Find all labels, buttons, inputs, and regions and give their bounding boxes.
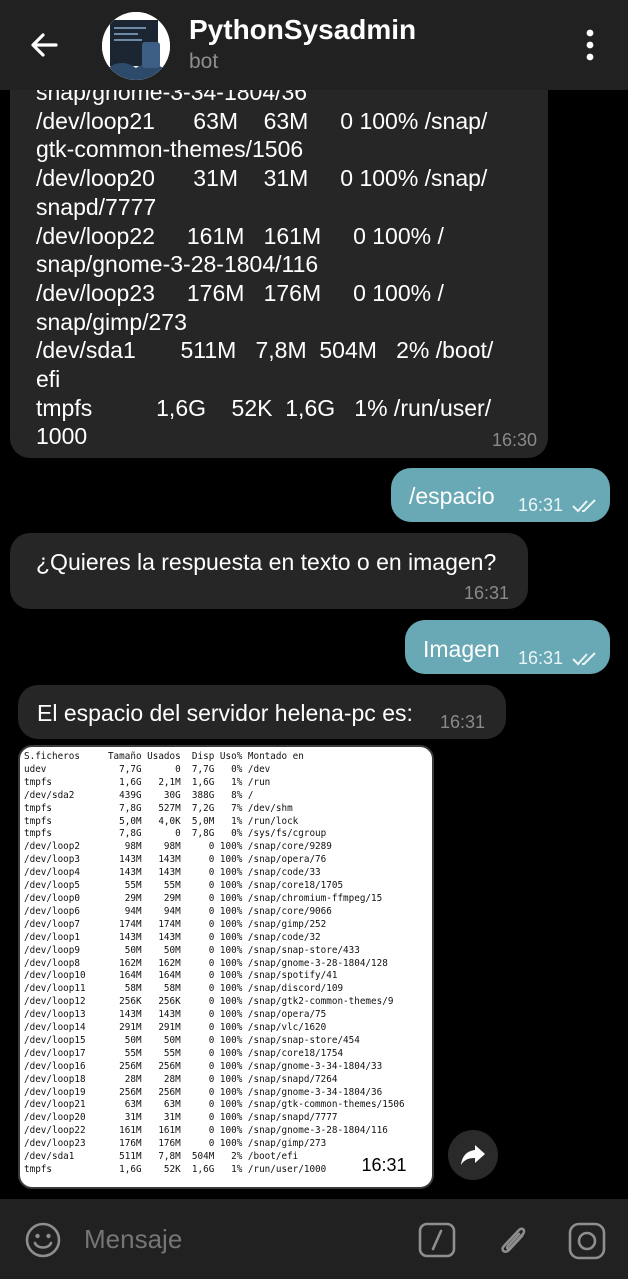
image-time: 16:31 <box>348 1152 420 1178</box>
message-df-output[interactable]: snap/gnome-3-34-1804/36/dev/loop21 63M 6… <box>10 40 548 458</box>
camera-icon[interactable] <box>568 1222 606 1260</box>
message-time: 16:31 <box>440 712 486 732</box>
message-time: 16:30 <box>492 430 538 450</box>
df-line: tmpfs 1,6G 52K 1,6G 1% /run/user/ <box>36 394 492 421</box>
df-image-row: /dev/loop7 174M 174M 0 100% /snap/gimp/2… <box>24 918 327 930</box>
df-image-text: S.ficheros Tamaño Usados Disp Uso% Monta… <box>24 751 405 1177</box>
bot-command-icon[interactable] <box>418 1222 456 1258</box>
share-icon <box>461 1145 485 1165</box>
avatar-image <box>102 12 170 80</box>
double-check-icon <box>572 652 596 666</box>
df-image-row: /dev/loop0 29M 29M 0 100% /snap/chromium… <box>24 892 383 904</box>
df-image-row: /dev/loop16 256M 256M 0 100% /snap/gnome… <box>24 1060 383 1072</box>
df-image-row: /dev/loop4 143M 143M 0 100% /snap/code/3… <box>24 867 321 879</box>
chat-subtitle: bot <box>189 50 219 73</box>
df-image-row: tmpfs 5,0M 4,0K 5,0M 1% /run/lock <box>24 815 299 827</box>
df-image-row: /dev/loop13 143M 143M 0 100% /snap/opera… <box>24 1009 327 1021</box>
df-image-row: udev 7,7G 0 7,7G 0% /dev <box>24 763 271 775</box>
df-image-row: /dev/loop18 28M 28M 0 100% /snap/snapd/7… <box>24 1073 338 1085</box>
df-image-row: /dev/loop21 63M 63M 0 100% /snap/gtk-com… <box>24 1099 405 1111</box>
df-image-row: /dev/loop8 162M 162M 0 100% /snap/gnome-… <box>24 957 388 969</box>
message-time: 16:31 <box>464 583 510 603</box>
df-line: efi <box>36 366 61 393</box>
df-image-row: /dev/loop11 58M 58M 0 100% /snap/discord… <box>24 983 344 995</box>
message-input[interactable] <box>84 1224 384 1255</box>
df-line: snapd/7777 <box>36 193 157 220</box>
message-text: El espacio del servidor helena-pc es: <box>37 700 413 726</box>
df-image-row: /dev/loop10 164M 164M 0 100% /snap/spoti… <box>24 970 338 982</box>
chat-header: PythonSysadmin bot <box>0 0 628 90</box>
df-image-row: /dev/loop3 143M 143M 0 100% /snap/opera/… <box>24 854 327 866</box>
df-image-row: S.ficheros Tamaño Usados Disp Uso% Monta… <box>24 751 304 762</box>
df-image-row: /dev/loop1 143M 143M 0 100% /snap/code/3… <box>24 931 321 943</box>
double-check-icon <box>572 499 596 513</box>
df-output-text: snap/gnome-3-34-1804/36/dev/loop21 63M 6… <box>36 78 493 451</box>
df-image-row: /dev/loop6 94M 94M 0 100% /snap/core/906… <box>24 905 332 917</box>
message-time: 16:31 <box>518 648 564 668</box>
df-image-row: tmpfs 7,8G 527M 7,2G 7% /dev/shm <box>24 802 293 814</box>
df-line: /dev/sda1 511M 7,8M 504M 2% /boot/ <box>36 337 494 364</box>
share-button[interactable] <box>448 1130 498 1180</box>
df-image-row: tmpfs 7,8G 0 7,8G 0% /sys/fs/cgroup <box>24 828 327 840</box>
df-image-row: /dev/loop2 98M 98M 0 100% /snap/core/928… <box>24 841 332 853</box>
df-image-row: /dev/loop5 55M 55M 0 100% /snap/core18/1… <box>24 880 344 892</box>
more-vertical-icon[interactable] <box>576 26 604 64</box>
df-image-row: /dev/loop19 256M 256M 0 100% /snap/gnome… <box>24 1086 383 1098</box>
df-image[interactable]: S.ficheros Tamaño Usados Disp Uso% Monta… <box>18 745 434 1189</box>
message-text: /espacio <box>409 483 495 509</box>
df-image-row: /dev/loop15 50M 50M 0 100% /snap/snap-st… <box>24 1034 360 1046</box>
message-text: ¿Quieres la respuesta en texto o en imag… <box>36 549 497 575</box>
df-image-row: /dev/loop9 50M 50M 0 100% /snap/snap-sto… <box>24 944 360 956</box>
chat-title[interactable]: PythonSysadmin <box>189 14 416 46</box>
message-time: 16:31 <box>518 495 564 515</box>
df-image-row: tmpfs 1,6G 2,1M 1,6G 1% /run <box>24 776 271 788</box>
df-image-row: /dev/loop22 161M 161M 0 100% /snap/gnome… <box>24 1125 388 1137</box>
df-line: gtk-common-themes/1506 <box>36 136 304 163</box>
df-image-row: /dev/loop14 291M 291M 0 100% /snap/vlc/1… <box>24 1022 327 1034</box>
df-line: /dev/loop21 63M 63M 0 100% /snap/ <box>36 107 488 134</box>
df-line: snap/gimp/273 <box>36 308 187 335</box>
chat-area[interactable]: snap/gnome-3-34-1804/36/dev/loop21 63M 6… <box>0 0 628 1199</box>
avatar[interactable] <box>102 12 170 80</box>
df-image-row: /dev/loop12 256K 256K 0 100% /snap/gtk2-… <box>24 996 394 1008</box>
df-line: snap/gnome-3-28-1804/116 <box>36 251 319 278</box>
df-image-row: /dev/loop23 176M 176M 0 100% /snap/gimp/… <box>24 1138 327 1150</box>
df-image-row: /dev/sda2 439G 30G 388G 8% / <box>24 789 254 801</box>
df-line: /dev/loop23 176M 176M 0 100% / <box>36 279 444 306</box>
df-image-row: /dev/loop17 55M 55M 0 100% /snap/core18/… <box>24 1047 344 1059</box>
emoji-icon[interactable] <box>24 1221 62 1259</box>
message-in-question[interactable]: ¿Quieres la respuesta en texto o en imag… <box>10 533 528 609</box>
message-out-imagen[interactable]: Imagen 16:31 <box>405 620 610 674</box>
message-out-espacio[interactable]: /espacio 16:31 <box>391 468 610 522</box>
message-text: Imagen <box>423 636 500 662</box>
paperclip-icon[interactable] <box>494 1220 532 1260</box>
df-line: 1000 <box>36 423 88 450</box>
df-line: /dev/loop22 161M 161M 0 100% / <box>36 222 444 249</box>
df-image-row: /dev/loop20 31M 31M 0 100% /snap/snapd/7… <box>24 1112 338 1124</box>
message-in-server[interactable]: El espacio del servidor helena-pc es: 16… <box>18 685 506 739</box>
back-arrow-icon[interactable] <box>26 27 62 63</box>
df-line: /dev/loop20 31M 31M 0 100% /snap/ <box>36 165 488 192</box>
